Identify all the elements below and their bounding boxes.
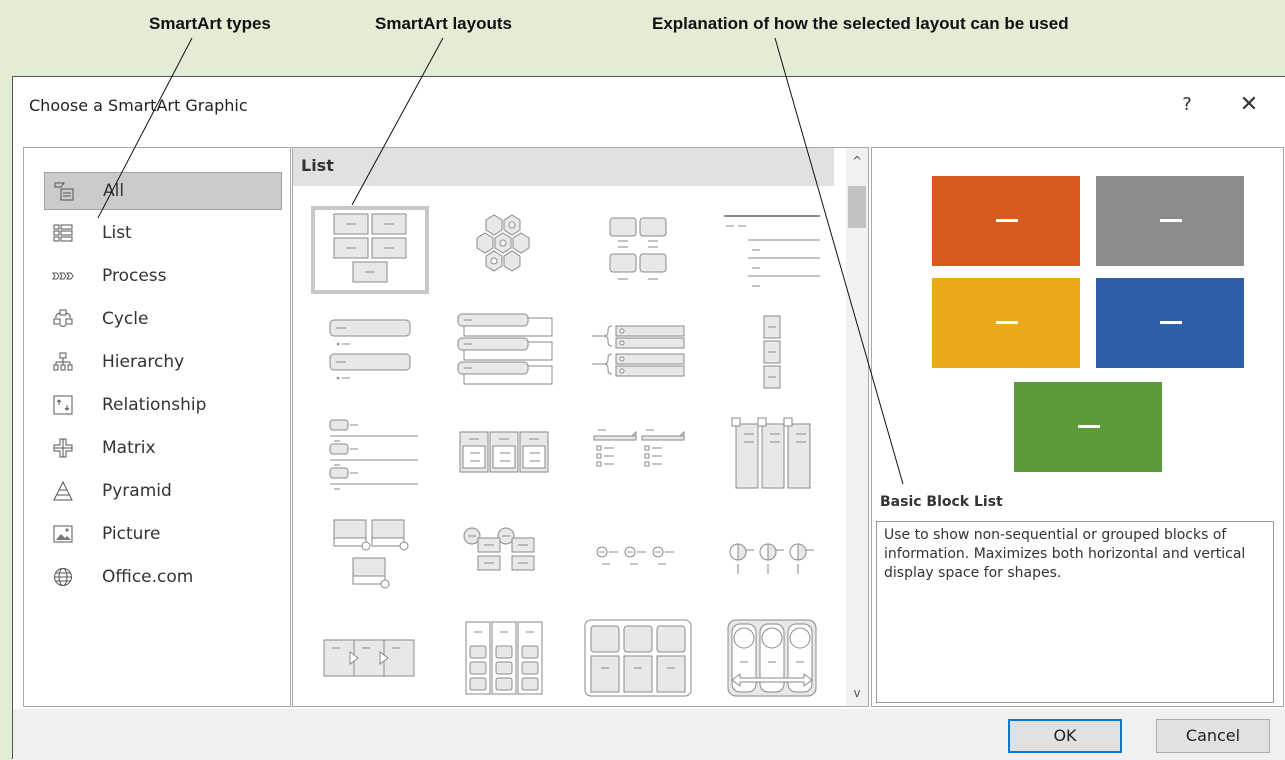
stacked-columns-list-icon bbox=[465, 621, 543, 695]
preview-block bbox=[1096, 176, 1244, 266]
scroll-up-arrow-icon[interactable]: ^ bbox=[846, 150, 868, 172]
stacked-blocks-icon bbox=[609, 217, 667, 280]
layout-vertical-box-list[interactable] bbox=[445, 308, 563, 396]
callout-smartart-layouts: SmartArt layouts bbox=[375, 14, 512, 33]
basic-block-list-icon bbox=[333, 213, 407, 283]
gallery-scrollbar[interactable]: ^ v bbox=[846, 148, 868, 706]
vertical-block-list-icon bbox=[763, 315, 781, 389]
category-label: Picture bbox=[102, 524, 161, 544]
cycle-icon bbox=[52, 308, 74, 330]
bracket-list-icon bbox=[592, 325, 685, 377]
vertical-box-list-icon bbox=[457, 313, 553, 385]
category-relationship[interactable]: Relationship bbox=[44, 386, 282, 424]
preview-block bbox=[1014, 382, 1162, 472]
pie-bullet-list-icon bbox=[729, 543, 814, 574]
layout-pie-bullet-list[interactable] bbox=[713, 512, 831, 600]
list-icon bbox=[52, 222, 74, 244]
layout-lined-bullet-list[interactable] bbox=[311, 410, 429, 498]
layout-grouped-list[interactable] bbox=[445, 410, 563, 498]
ok-button[interactable]: OK bbox=[1008, 719, 1122, 753]
vertical-bullet-list-icon bbox=[329, 319, 411, 380]
scroll-down-arrow-icon[interactable]: v bbox=[846, 682, 868, 704]
layout-vertical-bullet-list[interactable] bbox=[311, 308, 429, 396]
lined-list-icon bbox=[724, 215, 820, 287]
hexagon-cluster-icon bbox=[476, 214, 530, 272]
layout-pillar-list[interactable] bbox=[713, 410, 831, 498]
relationship-icon bbox=[52, 394, 74, 416]
table-list-icon bbox=[584, 619, 692, 697]
layout-title: Basic Block List bbox=[880, 494, 1003, 510]
layout-gallery: List ^ v bbox=[292, 147, 869, 707]
preview-block bbox=[932, 278, 1080, 368]
layout-preview bbox=[876, 152, 1278, 477]
layout-description: Use to show non-sequential or grouped bl… bbox=[876, 521, 1274, 703]
category-label: Hierarchy bbox=[102, 352, 185, 372]
layout-circle-label-list[interactable] bbox=[445, 512, 563, 600]
arrow-chevron-list-icon bbox=[323, 639, 415, 677]
layout-picture-caption-list[interactable] bbox=[311, 512, 429, 600]
preview-block bbox=[1096, 278, 1244, 368]
layout-basic-block-list[interactable] bbox=[311, 206, 429, 294]
layout-lined-list[interactable] bbox=[713, 206, 831, 294]
category-label: All bbox=[103, 181, 125, 201]
category-label: Cycle bbox=[102, 309, 149, 329]
category-office-com[interactable]: Office.com bbox=[44, 558, 282, 596]
grouped-list-icon bbox=[459, 431, 549, 473]
category-label: List bbox=[102, 223, 132, 243]
layout-table-list[interactable] bbox=[579, 614, 697, 702]
layout-hexagon-cluster[interactable] bbox=[445, 206, 563, 294]
layout-stacked-blocks[interactable] bbox=[579, 206, 697, 294]
lined-bullet-list-icon bbox=[329, 419, 418, 490]
help-button[interactable]: ? bbox=[1173, 91, 1201, 119]
tab-list-icon bbox=[593, 429, 685, 467]
layout-tab-list[interactable] bbox=[579, 410, 697, 498]
layout-bracket-list[interactable] bbox=[579, 308, 697, 396]
circle-label-list-icon bbox=[463, 527, 535, 571]
layout-circle-arrow-columns[interactable] bbox=[713, 614, 831, 702]
category-hierarchy[interactable]: Hierarchy bbox=[44, 343, 282, 381]
scroll-thumb[interactable] bbox=[848, 186, 866, 228]
category-pyramid[interactable]: Pyramid bbox=[44, 472, 282, 510]
pyramid-icon bbox=[52, 480, 74, 502]
category-process[interactable]: Process bbox=[44, 257, 282, 295]
pillar-list-icon bbox=[731, 417, 811, 489]
matrix-icon bbox=[52, 437, 74, 459]
category-label: Matrix bbox=[102, 438, 156, 458]
preview-block bbox=[932, 176, 1080, 266]
category-label: Relationship bbox=[102, 395, 207, 415]
picture-caption-list-icon bbox=[333, 519, 409, 589]
callout-layout-explanation: Explanation of how the selected layout c… bbox=[652, 14, 1069, 33]
preview-panel: Basic Block List Use to show non-sequent… bbox=[871, 147, 1284, 707]
dialog-footer: OK Cancel bbox=[13, 709, 1285, 760]
callout-smartart-types: SmartArt types bbox=[149, 14, 271, 33]
close-button[interactable]: ✕ bbox=[1234, 91, 1264, 119]
category-list-item[interactable]: List bbox=[44, 214, 282, 252]
category-label: Pyramid bbox=[102, 481, 172, 501]
layout-vertical-block-list[interactable] bbox=[713, 308, 831, 396]
all-icon bbox=[53, 180, 75, 202]
category-matrix[interactable]: Matrix bbox=[44, 429, 282, 467]
category-label: Office.com bbox=[102, 567, 194, 587]
category-all[interactable]: All bbox=[44, 172, 282, 210]
dialog-title: Choose a SmartArt Graphic bbox=[29, 96, 248, 115]
category-cycle[interactable]: Cycle bbox=[44, 300, 282, 338]
layout-stacked-columns-list[interactable] bbox=[445, 614, 563, 702]
process-icon bbox=[52, 265, 74, 287]
layout-horizontal-bullet-list[interactable] bbox=[579, 512, 697, 600]
hierarchy-icon bbox=[52, 351, 74, 373]
cancel-button[interactable]: Cancel bbox=[1156, 719, 1270, 753]
category-label: Process bbox=[102, 266, 167, 286]
circle-arrow-columns-icon bbox=[727, 619, 817, 697]
globe-icon bbox=[52, 566, 74, 588]
smartart-dialog: Choose a SmartArt Graphic ? ✕ All List P… bbox=[12, 76, 1285, 760]
category-picture[interactable]: Picture bbox=[44, 515, 282, 553]
category-list: All List Process Cycle Hierarchy Relatio… bbox=[23, 147, 291, 707]
close-icon[interactable]: ✕ bbox=[1240, 92, 1258, 117]
layout-arrow-chevron-list[interactable] bbox=[311, 614, 429, 702]
layout-group-header: List bbox=[293, 148, 834, 186]
horizontal-bullet-list-icon bbox=[596, 546, 674, 565]
picture-icon bbox=[52, 523, 74, 545]
